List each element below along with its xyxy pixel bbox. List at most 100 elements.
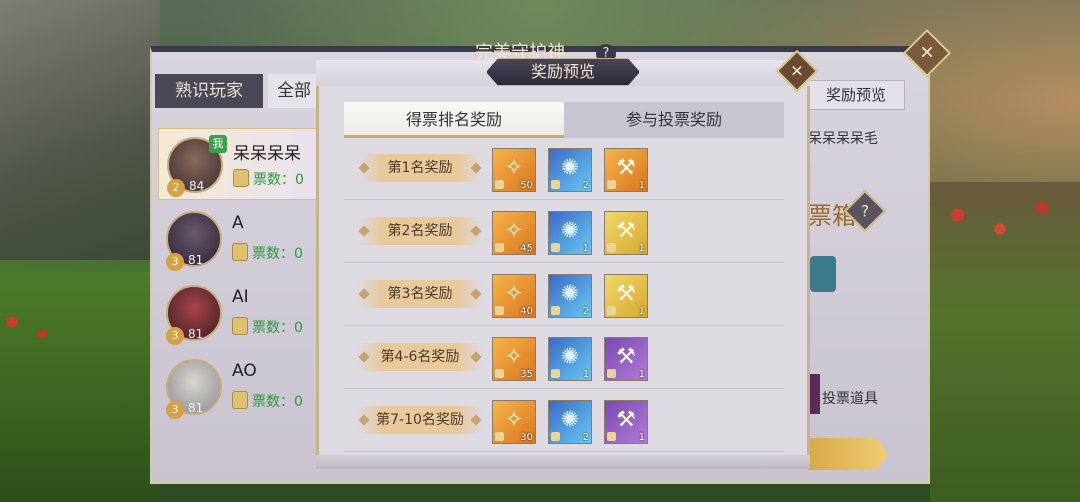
item-count: 1 (638, 432, 645, 443)
item-glyph-icon: ✺ (560, 155, 580, 181)
reward-row: 第2名奖励 ✧ 45 ✺ 1 ⚒ 1 (344, 203, 784, 263)
me-tag: 我 (209, 135, 227, 153)
item-count: 1 (638, 369, 645, 380)
item-count: 2 (582, 180, 589, 191)
close-icon: ✕ (919, 42, 935, 64)
item-glyph-icon: ✺ (560, 281, 580, 307)
reward-row: 第7-10名奖励 ✧ 30 ✺ 2 ⚒ 1 (344, 392, 784, 452)
player-level: 84 (189, 179, 205, 193)
item-rune-icon[interactable]: ✺ 1 (548, 337, 592, 381)
rank-badge: 3 (166, 327, 184, 345)
item-glyph-icon: ✧ (504, 155, 524, 181)
item-emblem-icon[interactable]: ✧ 40 (492, 274, 536, 318)
item-emblem-icon[interactable]: ✧ 45 (492, 211, 536, 255)
item-rune-icon[interactable]: ✺ 2 (548, 400, 592, 444)
rank-badge: 3 (166, 401, 184, 419)
vote-count: 票数：0 (252, 320, 303, 336)
tab-vote-rewards[interactable]: 参与投票奖励 (564, 102, 784, 138)
item-rune-icon[interactable]: ✺ 2 (548, 274, 592, 318)
vote-count: 票数：0 (253, 172, 304, 188)
scenery-flowers-left (0, 310, 60, 350)
item-count: 30 (520, 432, 533, 443)
item-glyph-icon: ✺ (560, 218, 580, 244)
lock-icon (551, 432, 560, 441)
modal-footer (316, 455, 810, 469)
tab-familiar-players[interactable]: 熟识玩家 (155, 74, 263, 108)
lock-icon (607, 369, 616, 378)
item-scroll-icon[interactable]: ⚒ 1 (604, 400, 648, 444)
rank-label: 第3名奖励 (358, 280, 482, 308)
item-glyph-icon: ⚒ (616, 218, 636, 244)
item-scroll-icon[interactable]: ⚒ 1 (604, 337, 648, 381)
player-level: 81 (188, 401, 204, 415)
player-name: AO (232, 361, 257, 381)
scenery-grass-left (0, 272, 160, 502)
rank-label: 第1名奖励 (358, 154, 482, 182)
item-glyph-icon: ✧ (504, 344, 524, 370)
vote-button[interactable] (808, 438, 888, 470)
tab-rank-rewards[interactable]: 得票排名奖励 (344, 102, 564, 138)
player-level: 81 (188, 253, 204, 267)
item-count: 2 (582, 432, 589, 443)
vote-count: 票数：0 (252, 394, 303, 410)
rank-label: 第7-10名奖励 (358, 406, 482, 434)
lock-icon (607, 243, 616, 252)
player-name: AI (232, 287, 249, 307)
item-count: 1 (638, 243, 645, 254)
lock-icon (495, 243, 504, 252)
lock-icon (495, 369, 504, 378)
item-glyph-icon: ⚒ (616, 281, 636, 307)
item-glyph-icon: ⚒ (616, 407, 636, 433)
lock-icon (551, 243, 560, 252)
player-row[interactable]: 3 81 AI 票数：0 (158, 277, 318, 349)
item-count: 2 (582, 306, 589, 317)
player-row[interactable]: 3 81 AO 票数：0 (158, 351, 318, 423)
item-count: 1 (638, 180, 645, 191)
item-scroll-icon[interactable]: ⚒ 1 (604, 274, 648, 318)
reward-preview-button[interactable]: 奖励预览 (807, 80, 905, 110)
item-count: 1 (638, 306, 645, 317)
rank-badge: 2 (167, 179, 185, 197)
item-emblem-icon[interactable]: ✧ 30 (492, 400, 536, 444)
player-row[interactable]: 我 2 84 呆呆呆呆呆 票数：0 (158, 128, 318, 200)
item-glyph-icon: ✧ (504, 407, 524, 433)
close-icon: ✕ (790, 61, 804, 81)
rank-label: 第4-6名奖励 (358, 343, 482, 371)
item-count: 35 (520, 369, 533, 380)
modal-title: 奖励预览 (530, 62, 595, 81)
item-scroll-icon[interactable]: ⚒ 1 (604, 148, 648, 192)
player-row[interactable]: 3 81 A 票数：0 (158, 203, 318, 275)
item-glyph-icon: ⚒ (616, 344, 636, 370)
lock-icon (607, 180, 616, 189)
lock-icon (495, 432, 504, 441)
item-glyph-icon: ⚒ (616, 155, 636, 181)
player-level: 81 (188, 327, 204, 341)
selected-player-name: 呆呆呆呆毛 (808, 131, 878, 147)
lock-icon (551, 180, 560, 189)
item-glyph-icon: ✧ (504, 218, 524, 244)
ticket-icon (232, 317, 248, 335)
item-glyph-icon: ✺ (560, 407, 580, 433)
lock-icon (607, 306, 616, 315)
lock-icon (551, 306, 560, 315)
item-count: 1 (582, 243, 589, 254)
item-emblem-icon[interactable]: ✧ 35 (492, 337, 536, 381)
item-rune-icon[interactable]: ✺ 2 (548, 148, 592, 192)
item-scroll-icon[interactable]: ⚒ 1 (604, 211, 648, 255)
reward-row: 第1名奖励 ✧ 50 ✺ 2 ⚒ 1 (344, 140, 784, 200)
ticket-icon (232, 391, 248, 409)
tab-all[interactable]: 全部 (268, 74, 320, 108)
rank-label: 第2名奖励 (358, 217, 482, 245)
item-emblem-icon[interactable]: ✧ 50 (492, 148, 536, 192)
lock-icon (551, 369, 560, 378)
scenery-flowers-right (930, 180, 1070, 250)
item-rune-icon[interactable]: ✺ 1 (548, 211, 592, 255)
item-count: 45 (520, 243, 533, 254)
lock-icon (495, 180, 504, 189)
reward-row: 第4-6名奖励 ✧ 35 ✺ 1 ⚒ 1 (344, 329, 784, 389)
reward-tabs: 得票排名奖励 参与投票奖励 (344, 102, 784, 138)
item-count: 40 (520, 306, 533, 317)
item-glyph-icon: ✧ (504, 281, 524, 307)
ticket-icon (233, 169, 249, 187)
lock-icon (495, 306, 504, 315)
